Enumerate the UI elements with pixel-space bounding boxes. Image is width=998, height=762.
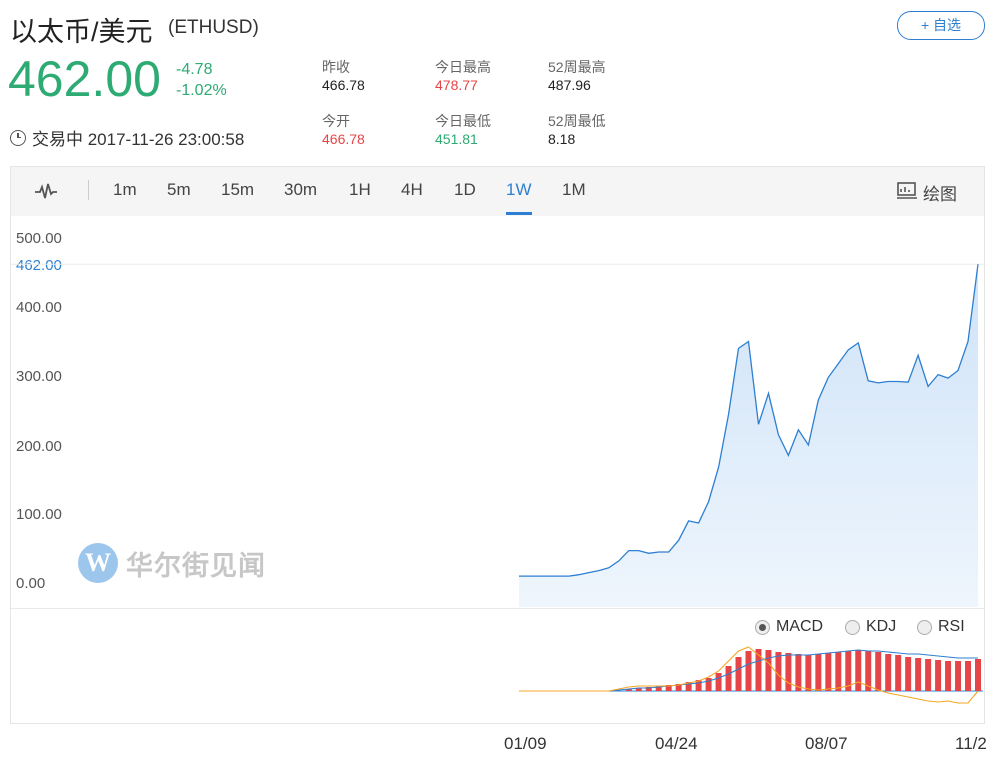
macd-histogram-bar <box>945 661 952 691</box>
macd-histogram-bar <box>935 660 942 691</box>
macd-histogram-bar <box>725 666 732 691</box>
watermark: W 华尔街见闻 <box>78 543 266 583</box>
macd-histogram-bar <box>765 650 772 691</box>
macd-histogram-bar <box>855 650 862 691</box>
macd-histogram-bar <box>795 654 802 691</box>
indicator-kdj-label: KDJ <box>866 618 897 635</box>
radio-icon[interactable] <box>755 619 770 635</box>
x-tick-112: 11/2 <box>955 734 987 753</box>
macd-histogram-bar <box>975 659 981 691</box>
indicator-rsi[interactable]: RSI <box>917 618 965 636</box>
x-tick-0807: 08/07 <box>805 734 848 753</box>
macd-histogram-bar <box>965 661 972 691</box>
macd-histogram-bar <box>715 673 722 691</box>
indicator-macd[interactable]: MACD <box>755 618 823 636</box>
macd-histogram-bar <box>955 661 962 691</box>
radio-icon[interactable] <box>845 619 860 635</box>
macd-histogram-bar <box>805 655 812 691</box>
x-tick-0424: 04/24 <box>655 734 698 753</box>
macd-histogram-bar <box>785 653 792 691</box>
watermark-text: 华尔街见闻 <box>126 550 266 581</box>
macd-histogram-bar <box>835 652 842 691</box>
indicator-macd-label: MACD <box>776 618 824 635</box>
x-tick-0109: 01/09 <box>504 734 547 753</box>
macd-histogram-bar <box>915 658 922 691</box>
macd-histogram-bar <box>905 657 912 691</box>
indicator-kdj[interactable]: KDJ <box>845 618 896 636</box>
pane-divider <box>11 608 984 609</box>
macd-histogram-bar <box>925 659 932 691</box>
macd-histogram-bar <box>825 653 832 691</box>
macd-histogram-bar <box>745 651 752 691</box>
macd-histogram-bar <box>735 657 742 691</box>
price-area <box>519 264 978 607</box>
radio-icon[interactable] <box>917 619 932 635</box>
macd-histogram-bar <box>875 652 882 691</box>
watermark-logo-icon: W <box>78 543 118 583</box>
macd-histogram-bar <box>775 652 782 691</box>
macd-histogram-bar <box>895 655 902 691</box>
price-chart <box>11 263 984 704</box>
macd-histogram-bar <box>815 654 822 691</box>
macd-histogram-bar <box>885 654 892 691</box>
indicator-rsi-label: RSI <box>938 618 965 635</box>
